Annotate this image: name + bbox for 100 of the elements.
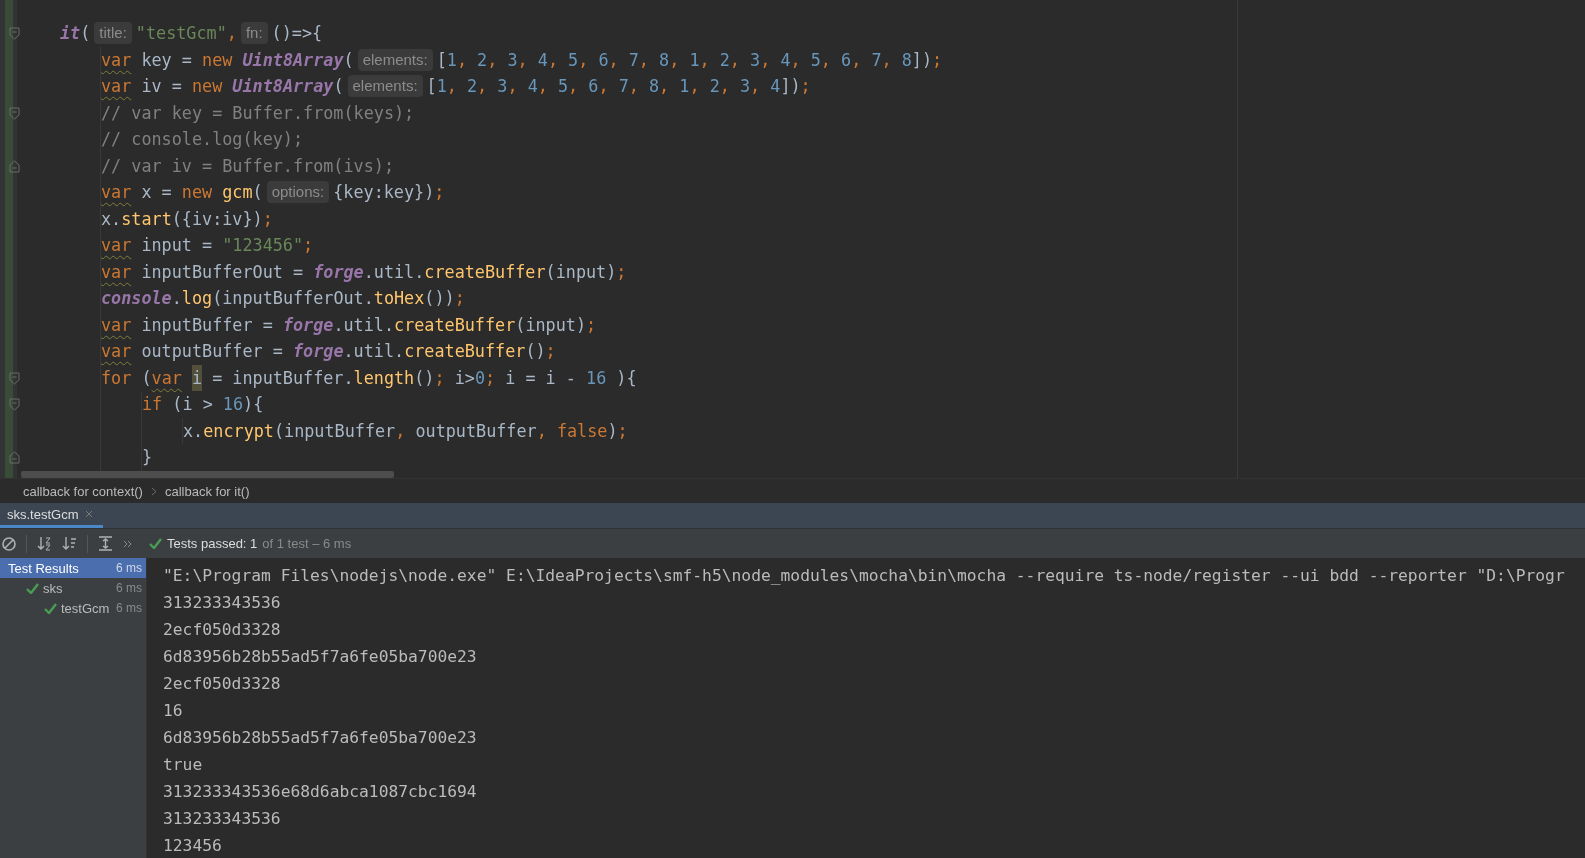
code-token: ]) <box>780 75 801 98</box>
fold-marker-icon[interactable] <box>9 159 20 173</box>
code-token: 1 <box>446 48 457 72</box>
code-token: 6 <box>598 48 609 72</box>
code-token: x = <box>140 181 173 204</box>
stop-icon[interactable] <box>2 536 16 551</box>
console-line: 313233343536 <box>163 592 282 614</box>
test-duration: 6 ms <box>116 581 142 595</box>
code-token: 0 <box>474 366 485 390</box>
sort-duration-icon[interactable] <box>62 536 77 551</box>
code-token: 4 <box>770 75 781 98</box>
code-token: 16 <box>586 366 607 390</box>
fold-marker-icon[interactable] <box>9 451 20 464</box>
code-token: console <box>101 287 172 310</box>
code-token: , <box>507 75 519 98</box>
close-icon[interactable] <box>84 510 93 518</box>
code-token: .util. <box>343 340 405 363</box>
code-token: , <box>729 48 741 72</box>
code-token: (inputBufferOut. <box>212 287 374 310</box>
code-token: . <box>171 287 182 310</box>
console-line: 2ecf050d3328 <box>163 673 282 695</box>
code-token: 2 <box>477 48 488 72</box>
console-line: 313233343536e68d6abca1087cbc1694 <box>163 781 478 803</box>
code-token: var <box>101 313 132 337</box>
code-comment: // var iv = Buffer.from(ivs); <box>101 154 394 178</box>
code-token: x. <box>101 207 122 231</box>
code-token: createBuffer <box>404 340 526 363</box>
code-token: 3 <box>739 75 751 98</box>
code-token: var <box>101 48 132 72</box>
code-token: 7 <box>618 75 629 98</box>
code-token: ; <box>485 366 497 390</box>
code-token: 3 <box>507 48 518 72</box>
test-tree-item[interactable]: sks 6 ms <box>0 578 146 598</box>
code-token: if <box>142 393 163 416</box>
code-token: , <box>598 75 610 98</box>
code-token: ({iv:iv}) <box>171 207 263 231</box>
code-token: , <box>669 48 681 72</box>
code-token: {key:key}) <box>333 181 435 204</box>
code-token: } <box>142 446 153 469</box>
code-token: ; <box>617 419 628 443</box>
parameter-hint: options: <box>266 181 330 204</box>
console-line: 313233343536 <box>163 808 282 830</box>
test-tree-item[interactable]: Test Results 6 ms <box>0 558 146 578</box>
sort-alphabetical-icon[interactable] <box>37 536 52 551</box>
test-tree-item[interactable]: testGcm 6 ms <box>0 598 146 618</box>
code-token: key = <box>140 48 193 72</box>
code-token: 1 <box>689 48 700 72</box>
code-comment: // console.log(key); <box>101 128 304 151</box>
code-token: ( <box>140 366 152 390</box>
code-token: forge <box>292 340 344 363</box>
code-token: ; <box>800 75 811 98</box>
code-token: 1 <box>679 75 690 98</box>
more-icon[interactable] <box>123 538 133 549</box>
code-token: , <box>820 48 832 72</box>
fold-marker-icon[interactable] <box>9 371 20 385</box>
tests-summary: of 1 test – 6 ms <box>262 536 352 551</box>
code-token: Uint8Array <box>242 48 344 72</box>
code-token: () <box>414 366 435 390</box>
code-token: 7 <box>871 48 882 72</box>
code-token: ; <box>586 313 597 337</box>
code-token: , <box>456 48 468 72</box>
code-token: , <box>689 75 701 98</box>
scrollbar-thumb[interactable] <box>21 471 394 478</box>
code-token: outputBuffer = <box>140 340 284 363</box>
code-token: ( <box>252 181 263 204</box>
code-token: = inputBuffer. <box>211 366 354 390</box>
code-token: , <box>881 48 893 72</box>
code-token: , <box>578 48 590 72</box>
console-line: true <box>163 754 204 776</box>
code-token: start <box>121 207 172 231</box>
code-token: var <box>101 181 132 204</box>
code-token: , <box>446 75 458 98</box>
code-token: , <box>547 48 559 72</box>
code-token: var <box>101 260 132 284</box>
code-token: ; <box>262 207 273 231</box>
code-token: i> <box>454 366 475 390</box>
code-token: ( <box>80 22 91 45</box>
tests-passed-label: Tests passed: 1 <box>167 536 258 551</box>
expand-all-icon[interactable] <box>98 536 113 551</box>
code-token: "123456" <box>222 234 304 257</box>
code-token: 8 <box>648 75 660 98</box>
chevron-icon <box>150 486 157 496</box>
fold-marker-icon[interactable] <box>9 27 20 40</box>
test-duration: 6 ms <box>116 601 142 615</box>
code-token: 8 <box>901 48 912 72</box>
code-token: , <box>790 48 802 72</box>
breadcrumb[interactable]: callback for context() <box>23 483 143 499</box>
console-line: 6d83956b28b55ad5f7a6fe05ba700e23 <box>163 646 478 668</box>
console-line: 123456 <box>163 835 223 857</box>
code-token: 4 <box>527 75 538 98</box>
breadcrumb[interactable]: callback for it() <box>164 483 250 499</box>
test-name: testGcm <box>61 600 111 616</box>
code-token: ()) <box>424 287 455 310</box>
fold-marker-icon[interactable] <box>9 398 20 411</box>
code-token: , <box>226 22 237 45</box>
code-token: ]) <box>911 48 933 72</box>
code-token: var <box>101 340 132 363</box>
fold-marker-icon[interactable] <box>9 106 20 120</box>
code-token: , <box>517 48 529 72</box>
code-token: forge <box>282 313 334 337</box>
